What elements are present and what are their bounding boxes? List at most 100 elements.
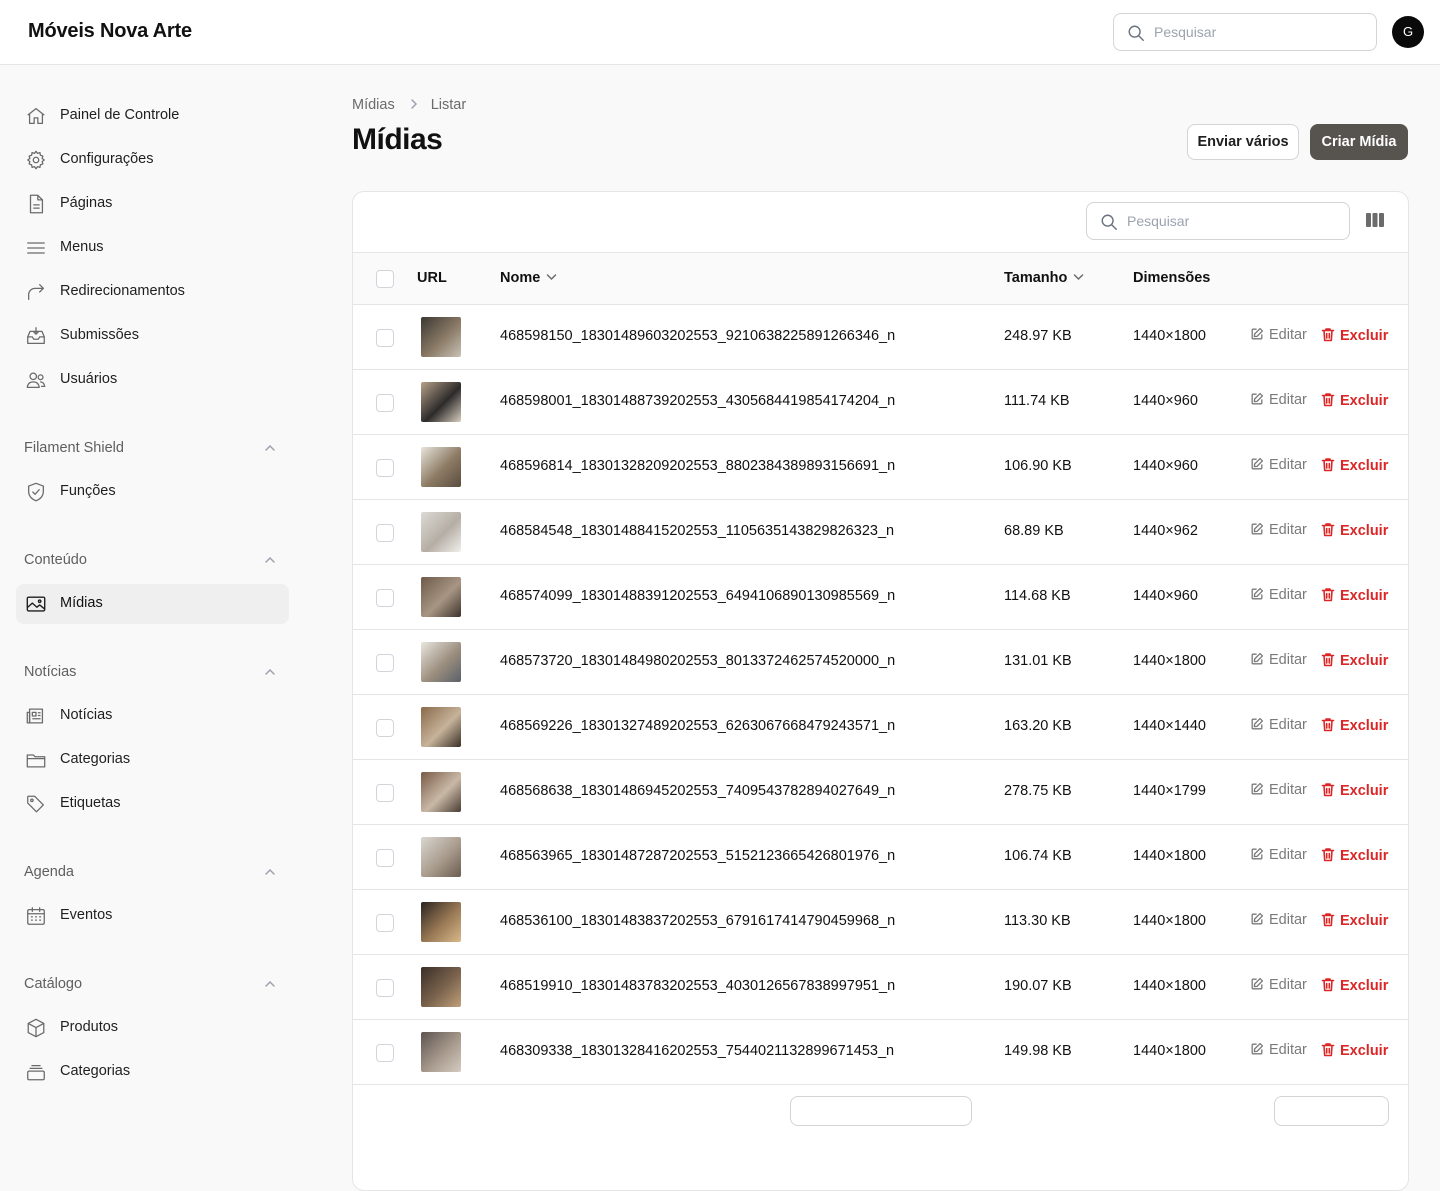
edit-action[interactable]: Editar <box>1250 1042 1307 1058</box>
media-thumbnail[interactable] <box>421 967 461 1007</box>
table-search-input[interactable] <box>1127 211 1337 231</box>
nav-group-title[interactable]: Filament Shield <box>24 440 124 456</box>
edit-action[interactable]: Editar <box>1250 782 1307 798</box>
global-search[interactable] <box>1113 13 1377 51</box>
column-header-size[interactable]: Tamanho <box>1004 270 1084 286</box>
row-checkbox[interactable] <box>376 719 394 737</box>
media-size: 149.98 KB <box>1004 1043 1072 1059</box>
media-size: 106.90 KB <box>1004 458 1072 474</box>
edit-action[interactable]: Editar <box>1250 457 1307 473</box>
edit-action[interactable]: Editar <box>1250 392 1307 408</box>
edit-action[interactable]: Editar <box>1250 717 1307 733</box>
trash-icon <box>1321 718 1335 732</box>
delete-action[interactable]: Excluir <box>1321 782 1388 799</box>
nav-group-title[interactable]: Catálogo <box>24 976 82 992</box>
media-thumbnail[interactable] <box>421 577 461 617</box>
row-checkbox[interactable] <box>376 654 394 672</box>
per-page-select[interactable] <box>790 1096 972 1126</box>
table-search[interactable] <box>1086 202 1350 240</box>
row-checkbox[interactable] <box>376 394 394 412</box>
nav-group-title[interactable]: Notícias <box>24 664 76 680</box>
media-thumbnail[interactable] <box>421 447 461 487</box>
sidebar-item-roles[interactable]: Funções <box>16 472 289 512</box>
column-header-dimensions: Dimensões <box>1133 270 1211 286</box>
chevron-up-icon[interactable] <box>263 865 277 879</box>
sidebar-item-users[interactable]: Usuários <box>16 360 289 400</box>
brand-logo[interactable]: Móveis Nova Arte <box>28 20 192 43</box>
delete-action[interactable]: Excluir <box>1321 1042 1388 1059</box>
media-thumbnail[interactable] <box>421 642 461 682</box>
edit-action[interactable]: Editar <box>1250 522 1307 538</box>
media-thumbnail[interactable] <box>421 317 461 357</box>
row-checkbox[interactable] <box>376 784 394 802</box>
media-thumbnail[interactable] <box>421 772 461 812</box>
chevron-up-icon[interactable] <box>263 977 277 991</box>
edit-action[interactable]: Editar <box>1250 977 1307 993</box>
select-all-checkbox[interactable] <box>376 270 394 288</box>
create-media-button[interactable]: Criar Mídia <box>1310 124 1408 160</box>
sidebar-item-news-categories[interactable]: Categorias <box>16 740 289 780</box>
nav-group-title[interactable]: Agenda <box>24 864 74 880</box>
column-toggle-icon[interactable] <box>1365 211 1385 229</box>
nav-group-title[interactable]: Conteúdo <box>24 552 87 568</box>
edit-action[interactable]: Editar <box>1250 327 1307 343</box>
sidebar-item-product-categories[interactable]: Categorias <box>16 1052 289 1092</box>
delete-action[interactable]: Excluir <box>1321 977 1388 994</box>
sidebar-item-label: Páginas <box>60 195 113 211</box>
sidebar-item-settings[interactable]: Configurações <box>16 140 289 180</box>
sidebar-item-dashboard[interactable]: Painel de Controle <box>16 96 289 136</box>
delete-action[interactable]: Excluir <box>1321 457 1388 474</box>
sidebar-item-menus[interactable]: Menus <box>16 228 289 268</box>
row-checkbox[interactable] <box>376 459 394 477</box>
chevron-up-icon[interactable] <box>263 553 277 567</box>
edit-action[interactable]: Editar <box>1250 587 1307 603</box>
row-checkbox[interactable] <box>376 1044 394 1062</box>
delete-action[interactable]: Excluir <box>1321 392 1388 409</box>
sidebar-item-news[interactable]: Notícias <box>16 696 289 736</box>
sidebar-item-label: Submissões <box>60 327 139 343</box>
media-thumbnail[interactable] <box>421 902 461 942</box>
edit-label: Editar <box>1269 1042 1307 1058</box>
row-checkbox[interactable] <box>376 914 394 932</box>
edit-action[interactable]: Editar <box>1250 847 1307 863</box>
newspaper-icon <box>26 708 44 724</box>
edit-action[interactable]: Editar <box>1250 912 1307 928</box>
delete-action[interactable]: Excluir <box>1321 522 1388 539</box>
edit-label: Editar <box>1269 522 1307 538</box>
table-row: 468309338_18301328416202553_754402113289… <box>353 1020 1408 1085</box>
row-checkbox[interactable] <box>376 979 394 997</box>
chevron-up-icon[interactable] <box>263 665 277 679</box>
column-header-name[interactable]: Nome <box>500 270 557 286</box>
media-thumbnail[interactable] <box>421 382 461 422</box>
sidebar-item-media[interactable]: Mídias <box>16 584 289 624</box>
row-checkbox[interactable] <box>376 524 394 542</box>
sidebar-item-redirects[interactable]: Redirecionamentos <box>16 272 289 312</box>
sidebar-item-pages[interactable]: Páginas <box>16 184 289 224</box>
delete-action[interactable]: Excluir <box>1321 652 1388 669</box>
media-thumbnail[interactable] <box>421 707 461 747</box>
sidebar-item-products[interactable]: Produtos <box>16 1008 289 1048</box>
delete-action[interactable]: Excluir <box>1321 587 1388 604</box>
row-checkbox[interactable] <box>376 849 394 867</box>
media-thumbnail[interactable] <box>421 512 461 552</box>
media-thumbnail[interactable] <box>421 837 461 877</box>
delete-action[interactable]: Excluir <box>1321 847 1388 864</box>
sidebar-item-submissions[interactable]: Submissões <box>16 316 289 356</box>
user-avatar[interactable]: G <box>1392 16 1424 48</box>
edit-action[interactable]: Editar <box>1250 652 1307 668</box>
row-checkbox[interactable] <box>376 329 394 347</box>
global-search-input[interactable] <box>1154 22 1364 42</box>
pagination[interactable] <box>1274 1096 1389 1126</box>
delete-action[interactable]: Excluir <box>1321 717 1388 734</box>
upload-many-button[interactable]: Enviar vários <box>1187 124 1299 160</box>
delete-action[interactable]: Excluir <box>1321 327 1388 344</box>
sidebar-item-events[interactable]: Eventos <box>16 896 289 936</box>
media-thumbnail[interactable] <box>421 1032 461 1072</box>
chevron-up-icon[interactable] <box>263 441 277 455</box>
pencil-square-icon <box>1251 717 1264 730</box>
pencil-square-icon <box>1251 392 1264 405</box>
delete-action[interactable]: Excluir <box>1321 912 1388 929</box>
breadcrumb-link[interactable]: Mídias <box>352 97 395 113</box>
sidebar-item-tags[interactable]: Etiquetas <box>16 784 289 824</box>
row-checkbox[interactable] <box>376 589 394 607</box>
